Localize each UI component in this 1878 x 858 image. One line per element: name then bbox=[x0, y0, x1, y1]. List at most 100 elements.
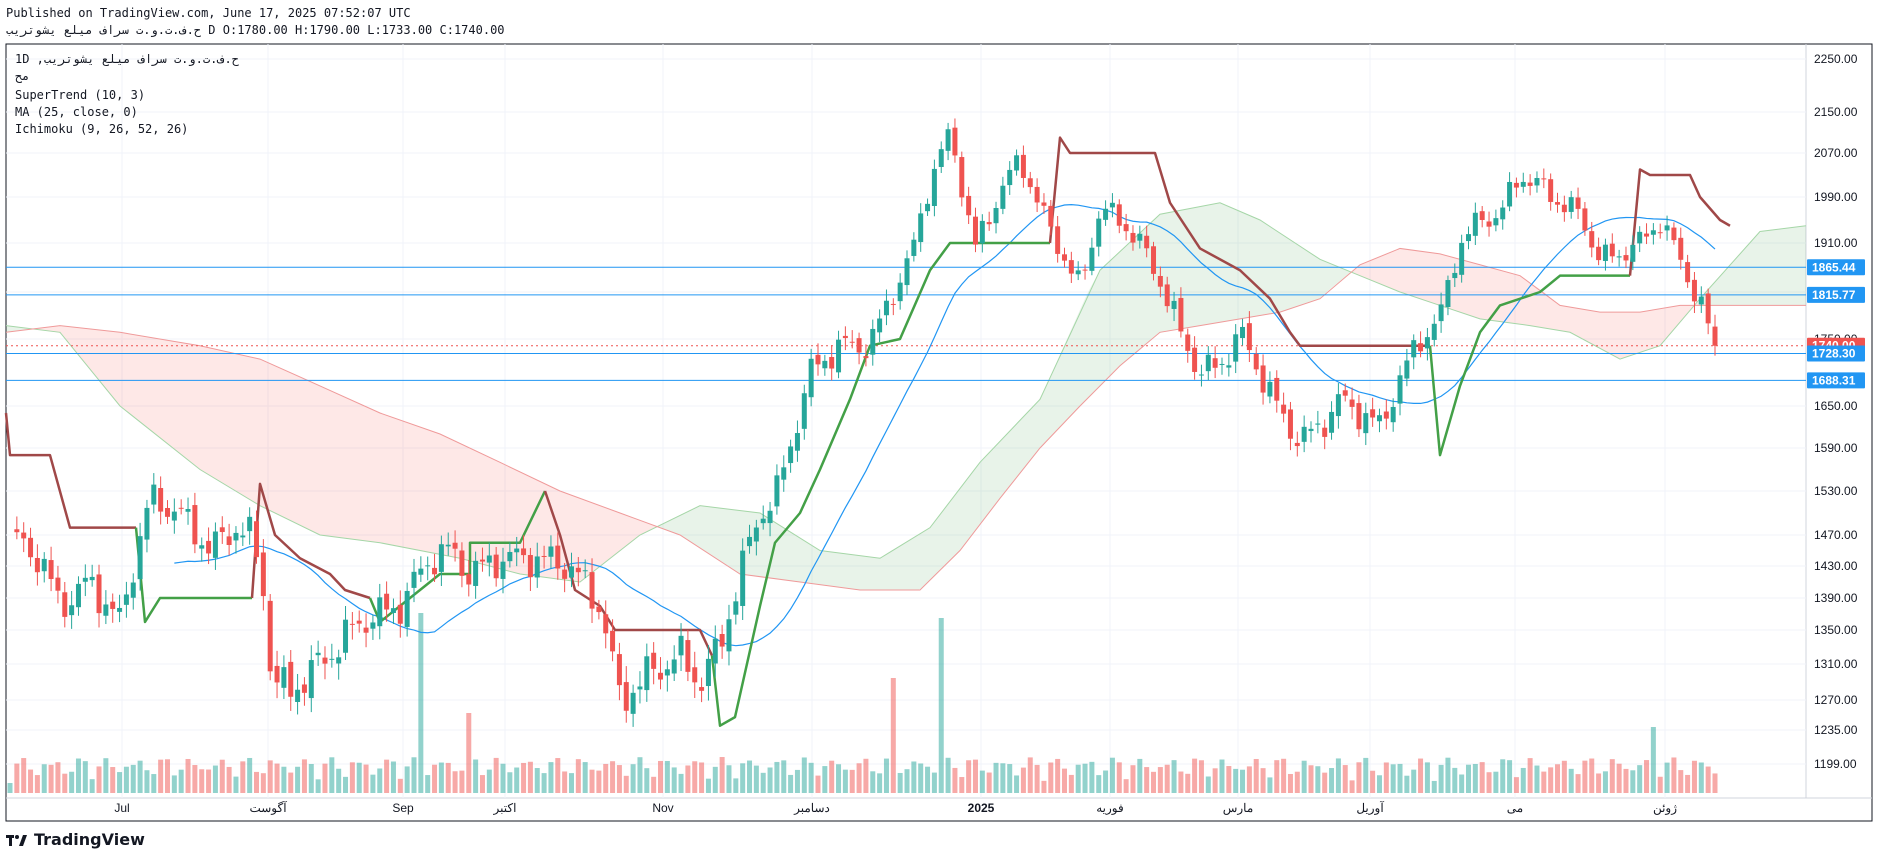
candle-body bbox=[1198, 374, 1204, 376]
volume-bar bbox=[527, 761, 533, 793]
volume-bar bbox=[842, 769, 848, 793]
volume-bar bbox=[1274, 760, 1280, 793]
volume-bar bbox=[623, 775, 629, 793]
volume-bar bbox=[267, 760, 273, 793]
candle-body bbox=[14, 529, 20, 533]
candle-body bbox=[1370, 409, 1376, 418]
volume-bar bbox=[384, 759, 390, 793]
legend-symbol[interactable]: 1D ,ح.ف.ت.و.ت سراف ميلع يشوتريب bbox=[15, 52, 239, 66]
candle-body bbox=[1116, 204, 1122, 226]
candle-body bbox=[459, 550, 465, 576]
candle-body bbox=[1390, 406, 1396, 423]
volume-bar bbox=[48, 764, 54, 793]
candle-body bbox=[55, 577, 61, 591]
candle-body bbox=[1534, 178, 1540, 186]
volume-bar bbox=[349, 762, 355, 793]
candle-body bbox=[452, 542, 458, 549]
volume-bar bbox=[425, 775, 431, 793]
candle-body bbox=[1644, 233, 1650, 237]
volume-bar bbox=[1404, 775, 1410, 793]
volume-bar bbox=[1644, 760, 1650, 793]
candle-body bbox=[425, 565, 431, 567]
candle-body bbox=[877, 318, 883, 333]
candle-body bbox=[1219, 363, 1225, 365]
candle-body bbox=[1486, 221, 1492, 227]
candle-body bbox=[726, 619, 732, 652]
candle-body bbox=[151, 484, 157, 505]
candle-body bbox=[322, 657, 328, 664]
volume-bar bbox=[1335, 758, 1341, 793]
candle-body bbox=[1349, 399, 1355, 407]
candle-body bbox=[671, 659, 677, 674]
candle-body bbox=[1130, 232, 1136, 243]
candle-body bbox=[1548, 179, 1554, 202]
volume-bar bbox=[1623, 768, 1629, 793]
tradingview-logo[interactable]: TradingView bbox=[6, 830, 145, 849]
volume-bar bbox=[712, 766, 718, 793]
volume-bar bbox=[1698, 762, 1704, 793]
volume-bar bbox=[931, 772, 937, 793]
candle-body bbox=[822, 360, 828, 369]
candle-body bbox=[1671, 227, 1677, 241]
volume-bar bbox=[1493, 771, 1499, 793]
volume-bar bbox=[1527, 758, 1533, 793]
volume-bar bbox=[986, 772, 992, 793]
volume-bar bbox=[1411, 769, 1417, 793]
candle-body bbox=[1561, 204, 1567, 213]
volume-bar bbox=[1048, 762, 1054, 793]
candle-body bbox=[308, 660, 314, 699]
volume-bar bbox=[1315, 766, 1321, 793]
candle-body bbox=[1507, 181, 1513, 207]
legend-supertrend[interactable]: SuperTrend (10, 3) bbox=[15, 88, 145, 102]
price-axis[interactable]: 2250.002150.002070.001990.001910.001820.… bbox=[1814, 52, 1858, 771]
volume-bar bbox=[212, 765, 218, 793]
candle-body bbox=[568, 566, 574, 578]
legend-ma[interactable]: MA (25, close, 0) bbox=[15, 105, 138, 119]
candle-body bbox=[192, 505, 198, 545]
candle-body bbox=[1109, 202, 1115, 208]
volume-bar bbox=[1287, 773, 1293, 793]
candle-body bbox=[699, 687, 705, 691]
volume-bar bbox=[62, 773, 68, 793]
volume-bar bbox=[397, 778, 403, 793]
candle-body bbox=[301, 684, 307, 693]
volume-bar bbox=[1349, 780, 1355, 793]
candle-body bbox=[1438, 304, 1444, 322]
volume-bar bbox=[1246, 766, 1252, 793]
candle-body bbox=[1479, 211, 1485, 220]
candle-body bbox=[1356, 403, 1362, 430]
candle-body bbox=[418, 568, 424, 575]
time-axis[interactable]: Jul آگوست Sep اکتبر Nov دسامبر 2025 فوریه مارس آو… bbox=[114, 800, 1677, 815]
volume-bar bbox=[664, 760, 670, 793]
candle-body bbox=[1459, 242, 1465, 275]
candle-body bbox=[541, 555, 547, 557]
candle-body bbox=[1650, 230, 1656, 235]
price-chart[interactable]: 2250.002150.002070.001990.001910.001820.… bbox=[0, 0, 1878, 858]
candle-body bbox=[897, 282, 903, 302]
price-tick-label: 1990.00 bbox=[1814, 190, 1858, 204]
volume-bar bbox=[849, 769, 855, 793]
volume-bar bbox=[144, 770, 150, 793]
volume-bar bbox=[616, 765, 622, 793]
candle-body bbox=[1589, 231, 1595, 248]
time-tick-label: Sep bbox=[392, 801, 414, 815]
volume-bar bbox=[1000, 763, 1006, 793]
volume-bar bbox=[130, 764, 136, 793]
volume-bar bbox=[1609, 759, 1615, 793]
volume-bar bbox=[747, 760, 753, 793]
price-tick-label: 1650.00 bbox=[1814, 399, 1858, 413]
volume-bar bbox=[596, 770, 602, 793]
candle-body bbox=[1452, 272, 1458, 279]
volume-bar bbox=[589, 769, 595, 793]
volume-bar bbox=[1342, 765, 1348, 793]
candle-body bbox=[740, 550, 746, 606]
volume-bar bbox=[219, 759, 225, 793]
legend-ichimoku[interactable]: Ichimoku (9, 26, 52, 26) bbox=[15, 122, 188, 136]
volume-bar bbox=[1178, 771, 1184, 793]
price-tick-label: 1590.00 bbox=[1814, 441, 1858, 455]
volume-bar bbox=[1096, 775, 1102, 793]
volume-bar bbox=[171, 775, 177, 793]
volume-bar bbox=[699, 762, 705, 793]
volume-bar bbox=[1534, 765, 1540, 793]
volume-bar bbox=[274, 763, 280, 793]
